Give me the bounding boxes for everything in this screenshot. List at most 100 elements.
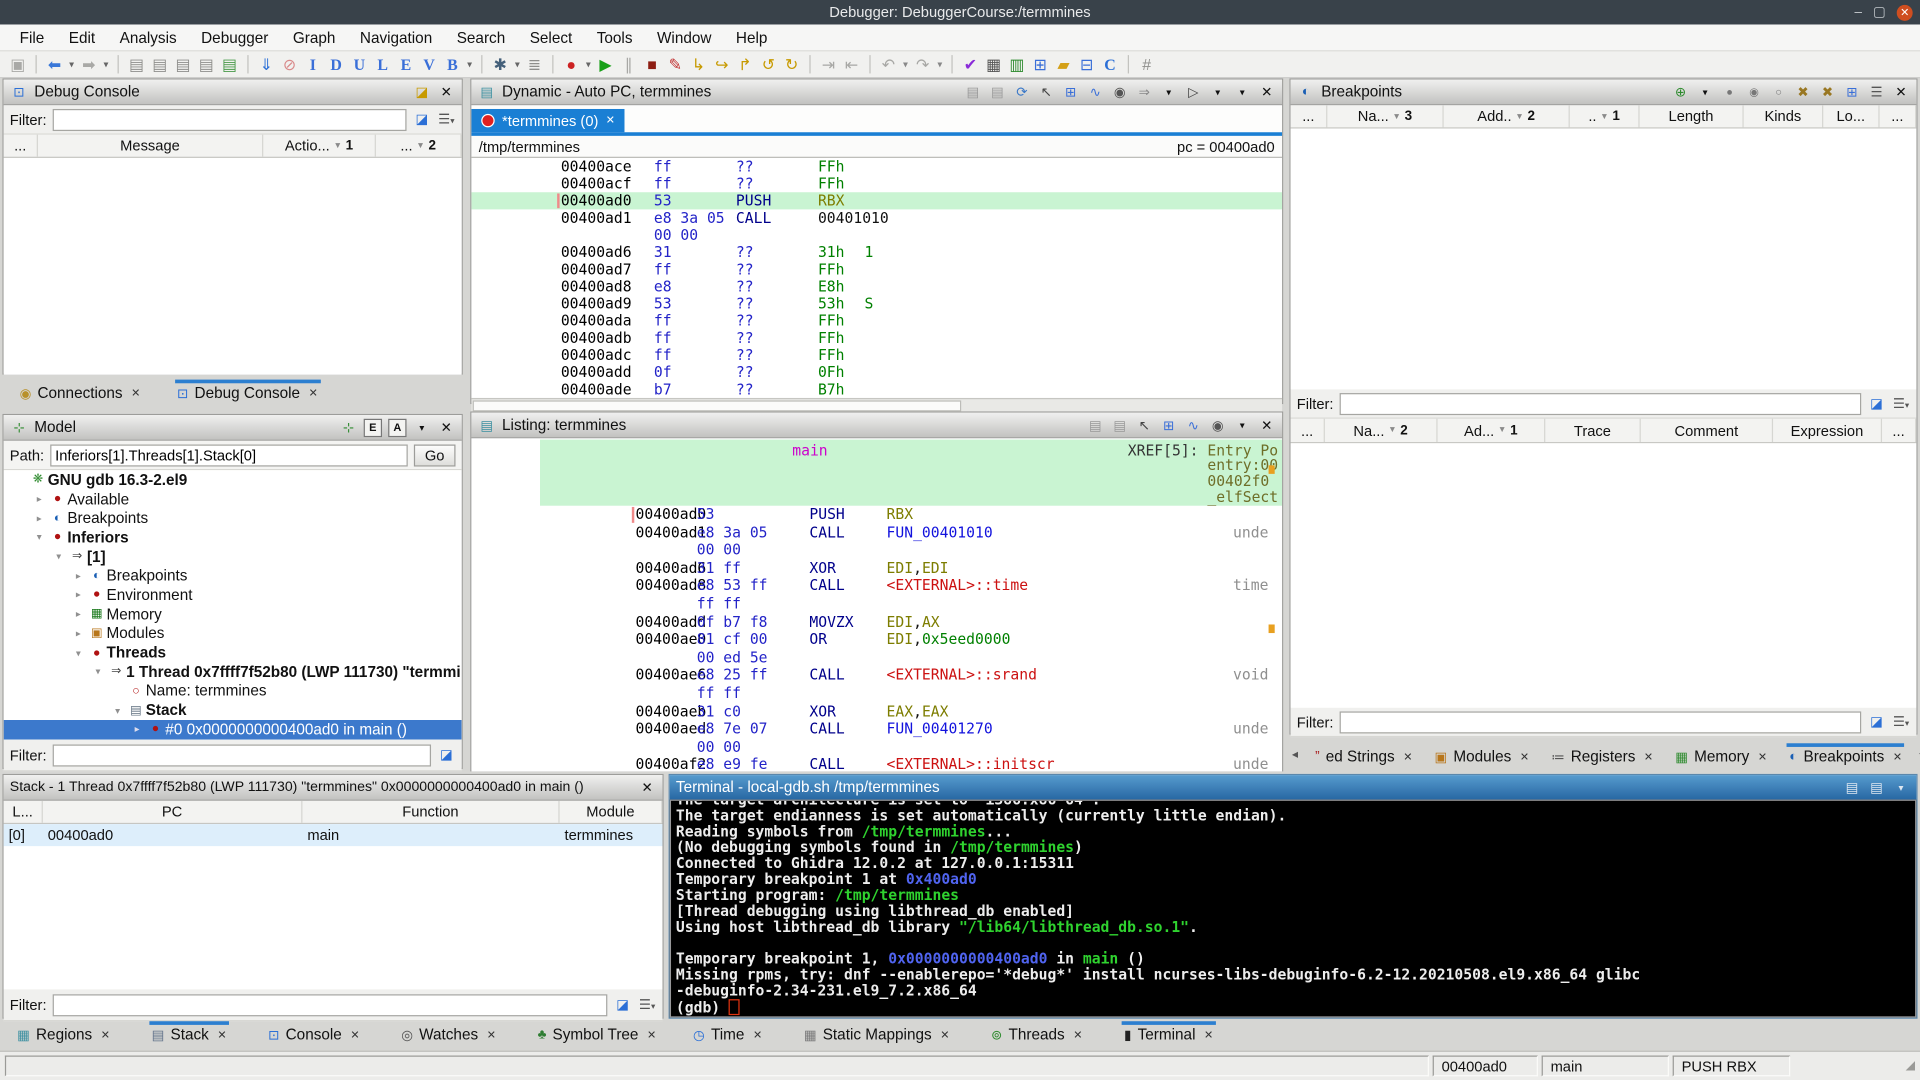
step-back-icon[interactable]: ↺ <box>757 56 780 72</box>
disasm-row-00400ad1[interactable]: 00400ad1 e8 3a 05 CALL 00401010 <box>471 209 1282 226</box>
tab-close-icon[interactable]: ✕ <box>940 1028 949 1041</box>
column-trace[interactable]: Trace <box>1545 418 1641 443</box>
disasm-row-cont[interactable]: 00 00 <box>471 227 1282 244</box>
column-kinds[interactable]: Kinds <box>1744 105 1824 128</box>
tab-time[interactable]: ◷ Time ✕ <box>688 1021 767 1049</box>
tab-close-icon[interactable]: ✕ <box>1403 750 1412 763</box>
cursor-tracking-icon[interactable]: ↖ <box>1135 417 1153 433</box>
letter-v-icon[interactable]: V <box>418 56 441 72</box>
open-program-icon[interactable]: ▤ <box>171 56 194 72</box>
debug-console-body[interactable] <box>3 157 462 375</box>
chart-icon[interactable]: ∿ <box>1086 84 1104 100</box>
debug-console-filter-input[interactable] <box>52 108 407 131</box>
step-over-icon[interactable]: ↪ <box>710 56 733 72</box>
disasm-row-00400ad8[interactable]: 00400ad8 e8?? E8h <box>471 278 1282 295</box>
back-icon[interactable]: ⬅ <box>43 56 66 72</box>
tree-node-gnu-gdb-16-3-2-el9[interactable]: ❋ GNU gdb 16.3-2.el9 <box>4 470 462 489</box>
record-icon[interactable]: ● <box>560 56 583 72</box>
tab-modules[interactable]: ▣ Modules ✕ <box>1430 743 1534 771</box>
column-expression[interactable]: Expression <box>1773 418 1883 443</box>
tree-node-inferiors[interactable]: ▾ ● Inferiors <box>4 528 462 547</box>
clear-filter-icon[interactable]: ◪ <box>413 111 431 128</box>
sync-icon[interactable]: ⟳ <box>1013 84 1031 100</box>
expander-icon[interactable]: ▸ <box>70 570 87 581</box>
tab-close-icon[interactable]: ✕ <box>1758 750 1767 763</box>
disasm-row-00400ad6[interactable]: 00400ad6 31?? 31h 1 <box>471 244 1282 261</box>
set-breakpoint-icon[interactable]: ⊕ <box>1671 84 1689 100</box>
disasm-row-cont[interactable]: 00 00 <box>471 738 1282 756</box>
undo-icon[interactable]: ↶ <box>877 56 900 72</box>
breakpoints-header[interactable]: ◐ Breakpoints ⊕ ▾ ● ◉ ○ ✖ ✖ ⊞ ☰ ✕ <box>1290 79 1917 106</box>
tree-node-breakpoints[interactable]: ▸ ◐ Breakpoints <box>4 566 462 585</box>
skip-out-icon[interactable]: ⇤ <box>840 56 863 72</box>
connect-target-icon[interactable]: # <box>1135 56 1158 72</box>
disasm-row-00400ad1[interactable]: 00400ad1 e8 3a 05 CALL FUN_00401010 unde <box>471 524 1282 542</box>
resume-icon[interactable]: ▶ <box>594 56 617 72</box>
stack-header[interactable]: Stack - 1 Thread 0x7ffff7f52b80 (LWP 111… <box>3 775 663 801</box>
track-dropdown-icon[interactable]: ▾ <box>1209 86 1227 97</box>
table-icon[interactable]: ⊞ <box>1843 84 1861 100</box>
dynamic-header[interactable]: ▤ Dynamic - Auto PC, termmines ▤ ▤ ⟳ ↖ ⊞… <box>471 79 1283 106</box>
back-dropdown-icon[interactable]: ▾ <box>66 59 77 69</box>
expander-icon[interactable]: ▸ <box>31 494 48 505</box>
close-panel-icon[interactable]: ✕ <box>1258 417 1276 433</box>
disasm-row-cont[interactable]: ff ff <box>471 595 1282 613</box>
set-breakpoint-dropdown-icon[interactable]: ▾ <box>1696 86 1714 97</box>
breakpoints-table-body[interactable] <box>1290 128 1917 390</box>
disasm-row-00400aeb[interactable]: 00400aeb 31 c0 XOR EAX,EAX <box>471 702 1282 720</box>
close-panel-icon[interactable]: ✕ <box>1892 84 1910 100</box>
clear-code-icon[interactable]: ⊘ <box>278 56 301 72</box>
enable-selected-icon[interactable]: ◉ <box>1745 85 1763 98</box>
eraser-icon[interactable]: ◪ <box>413 84 431 100</box>
panel-menu-icon[interactable]: ▾ <box>413 422 431 433</box>
expander-icon[interactable]: ▾ <box>89 666 106 677</box>
column-blank[interactable]: ... <box>1880 105 1917 128</box>
filter-config-icon[interactable]: ☰▾ <box>1892 396 1910 412</box>
minimize-icon[interactable]: – <box>1854 5 1862 19</box>
tab-breakpoints[interactable]: ◐ Breakpoints ✕ <box>1784 743 1907 771</box>
disasm-row-00400af2[interactable]: 00400af2 e8 e9 fe CALL <EXTERNAL>::initscr u… <box>471 756 1282 772</box>
table-goto-icon[interactable]: ⊟ <box>1075 56 1098 72</box>
column-blank[interactable]: .. ▼ 1 <box>1570 105 1640 128</box>
listing-rows[interactable]: 00400ad0 53 PUSH RBX 00400ad1 e8 3a 05 CALL FUN… <box>471 506 1282 772</box>
snapshot-icon[interactable]: ✱ <box>489 56 512 72</box>
model-header[interactable]: ⊹ Model ⊹ E A ▾ ✕ <box>3 415 462 441</box>
model-path-input[interactable] <box>50 443 408 466</box>
panel-menu-icon[interactable]: ▾ <box>1892 782 1910 793</box>
diagram-icon[interactable]: ⊹ <box>339 419 357 436</box>
forward-dropdown-icon[interactable]: ▾ <box>100 59 111 69</box>
filter-config-icon[interactable]: ☰▾ <box>437 111 455 128</box>
tab-ed-strings[interactable]: ” ed Strings ✕ <box>1310 743 1417 771</box>
disasm-row-00400ade[interactable]: 00400ade b7?? B7h <box>471 381 1282 398</box>
column-blank[interactable]: ... <box>4 134 38 157</box>
resize-grip-icon[interactable]: ◢ <box>1906 1059 1915 1072</box>
disasm-row-00400ad7[interactable]: 00400ad7 ff?? FFh <box>471 261 1282 278</box>
panel-menu-icon[interactable]: ▾ <box>1233 419 1251 430</box>
tab-close-icon[interactable]: ✕ <box>309 386 318 399</box>
listing-header[interactable]: ▤ Listing: termmines ▤ ▤ ↖ ⊞ ∿ ◉ ▾ ✕ <box>471 412 1283 439</box>
stack-filter-input[interactable] <box>52 993 608 1016</box>
tab-symbol-tree[interactable]: ♣ Symbol Tree ✕ <box>533 1021 661 1049</box>
letter-u-icon[interactable]: U <box>348 56 371 72</box>
compare-icon[interactable]: ≣ <box>523 56 546 72</box>
stack-table[interactable]: [0] 00400ad0 main termmines <box>3 824 663 990</box>
goto-pc-icon[interactable]: ⇓ <box>255 56 278 72</box>
disconnect-icon[interactable]: ✎ <box>664 56 687 72</box>
tab-memory[interactable]: ▦ Memory ✕ <box>1670 743 1772 771</box>
menu-file[interactable]: File <box>7 26 56 48</box>
cg-icon[interactable]: C <box>1098 56 1121 72</box>
disasm-row-cont[interactable]: 00 00 <box>471 541 1282 559</box>
track-icon[interactable]: ▷ <box>1184 84 1202 100</box>
panel-menu-icon[interactable]: ▾ <box>1233 86 1251 97</box>
disasm-row-00400ad0[interactable]: 00400ad0 53 PUSH RBX <box>471 506 1282 524</box>
close-panel-icon[interactable]: ✕ <box>437 84 455 100</box>
expander-icon[interactable]: ▾ <box>31 532 48 543</box>
calculator-icon[interactable]: ▦ <box>982 56 1005 72</box>
breakpoints-filter-input[interactable] <box>1339 392 1862 415</box>
step-out-icon[interactable]: ↱ <box>733 56 756 72</box>
tree-node-stack[interactable]: ▾ ▤ Stack <box>4 701 462 720</box>
chart-icon[interactable]: ∿ <box>1184 417 1202 433</box>
disasm-row-00400ad9[interactable]: 00400ad9 53?? 53h S <box>471 295 1282 312</box>
clear-filter-icon[interactable]: ◪ <box>1867 714 1885 730</box>
terminal-output[interactable]: The target architecture is set to "i386:… <box>669 799 1917 1018</box>
